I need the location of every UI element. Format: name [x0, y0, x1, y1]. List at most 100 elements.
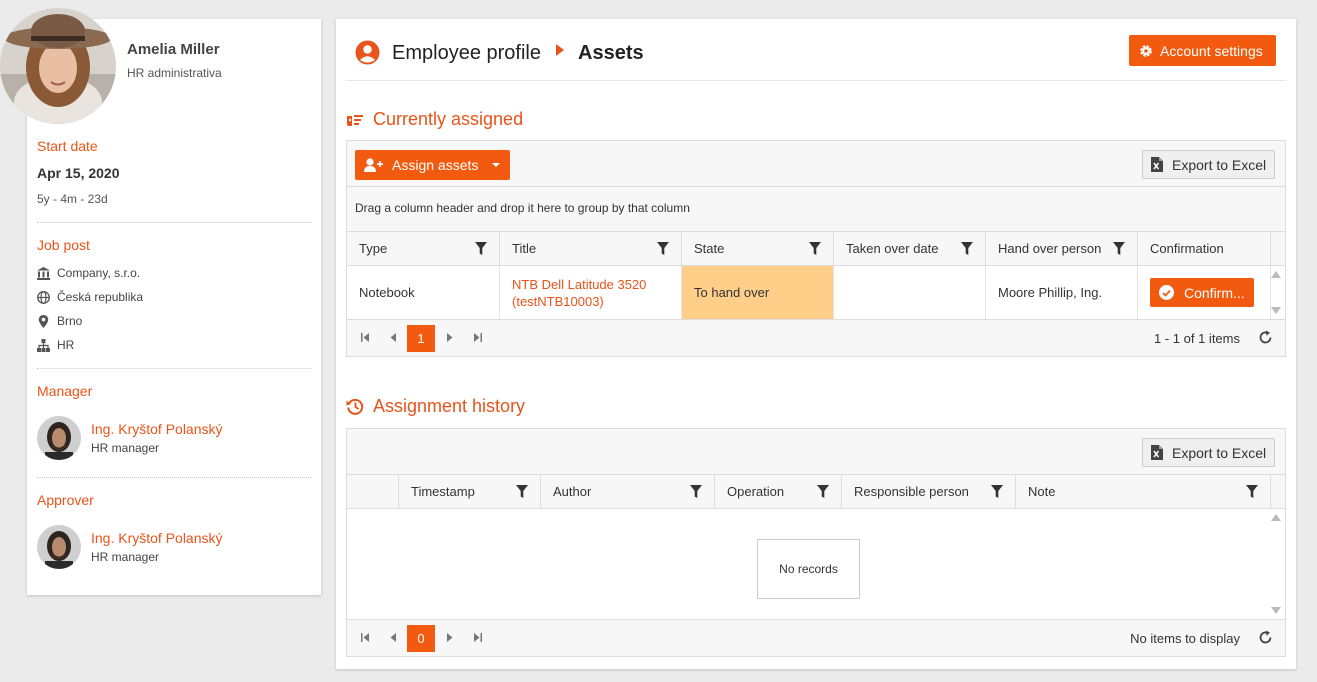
- account-settings-button[interactable]: Account settings: [1129, 35, 1276, 66]
- account-settings-label: Account settings: [1160, 42, 1263, 59]
- column-header-type[interactable]: Type: [347, 232, 500, 265]
- column-header-title[interactable]: Title: [500, 232, 682, 265]
- city-row: Brno: [37, 314, 82, 328]
- country-row: Česká republika: [37, 290, 143, 304]
- prev-page-icon[interactable]: [390, 333, 397, 342]
- divider: [37, 477, 311, 478]
- refresh-icon[interactable]: [1258, 630, 1273, 645]
- assigned-toolbar: Assign assets Export to Excel: [347, 141, 1285, 187]
- manager-person[interactable]: Ing. Kryštof Polanský HR manager: [37, 416, 223, 460]
- assigned-pager: 1 1 - 1 of 1 items: [347, 320, 1285, 356]
- first-page-icon[interactable]: [361, 333, 370, 342]
- next-page-icon[interactable]: [446, 633, 453, 642]
- export-to-excel-button[interactable]: Export to Excel: [1142, 150, 1275, 179]
- assign-assets-label: Assign assets: [392, 157, 479, 173]
- divider: [37, 222, 311, 223]
- filter-icon[interactable]: [961, 242, 973, 255]
- assignment-history-heading: Assignment history: [346, 396, 525, 417]
- column-label: Timestamp: [411, 484, 475, 499]
- column-header-author[interactable]: Author: [541, 475, 715, 508]
- header-divider: [346, 80, 1286, 81]
- group-drop-zone[interactable]: Drag a column header and drop it here to…: [347, 187, 1285, 232]
- current-page-button[interactable]: 1: [407, 325, 435, 352]
- column-label: Responsible person: [854, 484, 969, 499]
- profile-name: Amelia Miller: [127, 41, 220, 58]
- last-page-icon[interactable]: [473, 633, 482, 642]
- history-table-body: No records: [347, 509, 1285, 620]
- gear-icon: [1140, 44, 1152, 57]
- map-pin-icon: [38, 314, 49, 328]
- excel-file-icon: [1151, 445, 1163, 460]
- city-text: Brno: [57, 314, 83, 328]
- hand-list-icon: [347, 114, 363, 126]
- filter-icon[interactable]: [475, 242, 487, 255]
- currently-assigned-heading: Currently assigned: [346, 109, 523, 130]
- breadcrumb-arrow-icon: [556, 44, 564, 56]
- filter-icon[interactable]: [657, 242, 669, 255]
- divider: [37, 368, 311, 369]
- table-row[interactable]: Notebook NTB Dell Latitude 3520 (testNTB…: [347, 266, 1285, 319]
- scroll-down-arrow[interactable]: [1271, 607, 1281, 614]
- filter-icon[interactable]: [1246, 485, 1258, 498]
- column-header-hand-over-person[interactable]: Hand over person: [986, 232, 1138, 265]
- asset-title-line2[interactable]: (testNTB10003): [512, 293, 604, 310]
- start-date-label: Start date: [37, 138, 98, 154]
- export-to-excel-button[interactable]: Export to Excel: [1142, 438, 1275, 467]
- cell-taken-over-date: [834, 266, 986, 319]
- export-label: Export to Excel: [1172, 156, 1267, 173]
- page-header: Employee profile Assets Account settings: [336, 19, 1296, 81]
- column-label: Confirmation: [1150, 241, 1224, 256]
- assigned-grid: Assign assets Export to Excel Drag a col…: [346, 140, 1286, 357]
- profile-card: Amelia Miller HR administrativa Start da…: [0, 8, 321, 595]
- scroll-up-arrow[interactable]: [1271, 271, 1281, 278]
- breadcrumb-employee-profile[interactable]: Employee profile: [392, 42, 541, 65]
- column-label: Note: [1028, 484, 1056, 499]
- filter-icon[interactable]: [690, 485, 702, 498]
- column-header-responsible-person[interactable]: Responsible person: [842, 475, 1016, 508]
- export-label: Export to Excel: [1172, 444, 1267, 461]
- filter-icon[interactable]: [1113, 242, 1125, 255]
- confirm-button[interactable]: Confirm...: [1150, 278, 1254, 307]
- column-header-taken-over-date[interactable]: Taken over date: [834, 232, 986, 265]
- prev-page-icon[interactable]: [390, 633, 397, 642]
- column-label: Operation: [727, 484, 785, 499]
- approver-name[interactable]: Ing. Kryštof Polanský: [91, 530, 223, 546]
- filter-icon[interactable]: [991, 485, 1003, 498]
- column-header-confirmation[interactable]: Confirmation: [1138, 232, 1271, 265]
- profile-role: HR administrativa: [127, 66, 222, 80]
- country-text: Česká republika: [57, 290, 144, 304]
- chevron-down-icon[interactable]: [492, 163, 501, 167]
- assign-assets-button[interactable]: Assign assets: [355, 150, 510, 180]
- page-title: Assets: [578, 42, 644, 64]
- filter-icon[interactable]: [817, 485, 829, 498]
- assignment-history-title: Assignment history: [373, 396, 526, 416]
- column-header-operation[interactable]: Operation: [715, 475, 842, 508]
- column-label: Taken over date: [846, 241, 939, 256]
- column-header-state[interactable]: State: [682, 232, 834, 265]
- approver-role: HR manager: [91, 550, 160, 564]
- next-page-icon[interactable]: [446, 333, 453, 342]
- scroll-down-arrow[interactable]: [1271, 307, 1281, 314]
- column-header-timestamp[interactable]: Timestamp: [399, 475, 541, 508]
- history-icon: [346, 398, 364, 415]
- asset-title-line1[interactable]: NTB Dell Latitude 3520: [512, 276, 646, 293]
- scroll-up-arrow[interactable]: [1271, 514, 1281, 521]
- first-page-icon[interactable]: [361, 633, 370, 642]
- history-table-header: Timestamp Author Operation Responsible p…: [347, 475, 1285, 509]
- column-label: State: [694, 241, 725, 256]
- history-grid: Export to Excel Timestamp Author Operati…: [346, 428, 1286, 657]
- last-page-icon[interactable]: [473, 333, 482, 342]
- refresh-icon[interactable]: [1258, 330, 1273, 345]
- filter-icon[interactable]: [809, 242, 821, 255]
- manager-label: Manager: [37, 383, 93, 399]
- asset-title-link[interactable]: NTB Dell Latitude 3520 (testNTB10003): [500, 266, 682, 319]
- filter-icon[interactable]: [516, 485, 528, 498]
- current-page-button[interactable]: 0: [407, 625, 435, 652]
- cell-hand-over-person: Moore Phillip, Ing.: [986, 266, 1138, 319]
- column-label: Title: [512, 241, 537, 256]
- manager-name[interactable]: Ing. Kryštof Polanský: [91, 421, 223, 437]
- approver-person[interactable]: Ing. Kryštof Polanský HR manager: [37, 525, 223, 569]
- no-records-message: No records: [757, 539, 860, 599]
- manager-role: HR manager: [91, 441, 160, 455]
- column-header-note[interactable]: Note: [1016, 475, 1271, 508]
